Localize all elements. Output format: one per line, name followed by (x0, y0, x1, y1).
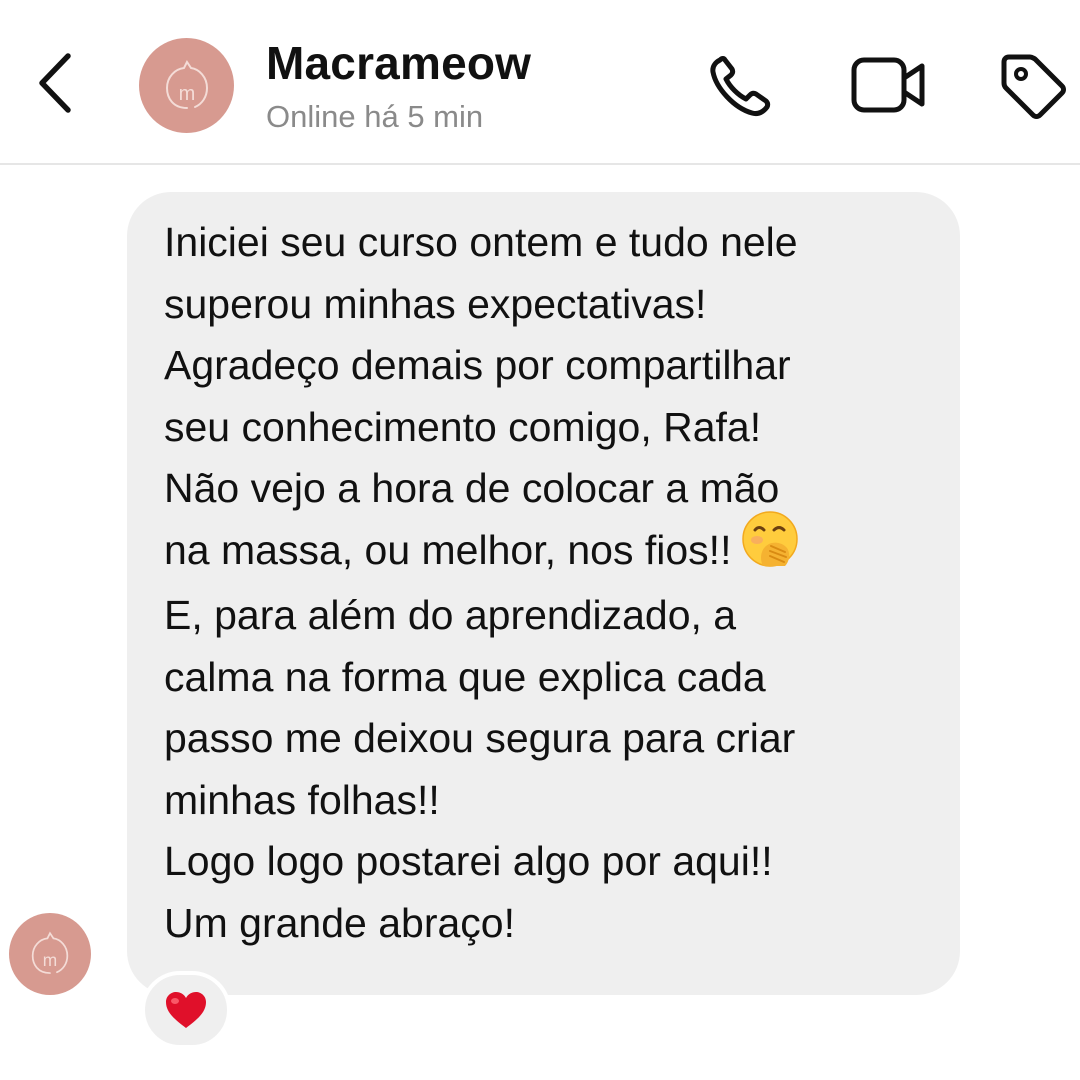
avatar[interactable]: m (139, 38, 234, 133)
message-line: calma na forma que explica cada (164, 653, 766, 700)
tag-icon (1001, 54, 1066, 119)
tag-button[interactable] (996, 50, 1076, 122)
heart-reaction[interactable] (141, 971, 231, 1049)
svg-text:m: m (43, 950, 57, 970)
sender-avatar[interactable]: m (9, 913, 91, 995)
contact-status: Online há 5 min (266, 99, 484, 134)
hand-over-mouth-emoji (741, 510, 799, 586)
message-line: Logo logo postarei algo por aqui!! (164, 838, 773, 885)
contact-name[interactable]: Macrameow (266, 36, 531, 90)
chat-screen: m Macrameow Online há 5 min Iniciei seu … (0, 0, 1080, 1080)
video-call-button[interactable] (850, 50, 930, 122)
message-line: Iniciei seu curso ontem e tudo nele (164, 219, 798, 265)
message-line: E, para além do aprendizado, a (164, 592, 737, 639)
message-line: minhas folhas!! (164, 776, 440, 823)
chevron-left-icon (39, 53, 71, 113)
red-heart-icon (166, 992, 206, 1028)
message-line: Não vejo a hora de colocar a mão (164, 465, 780, 511)
video-camera-icon (851, 57, 925, 113)
message-line: passo me deixou segura para criar (164, 715, 796, 762)
message-line-text: na massa, ou melhor, nos fios!! (164, 526, 732, 573)
svg-text:m: m (178, 83, 195, 105)
phone-icon (710, 56, 771, 116)
message-line-with-emoji: na massa, ou melhor, nos fios!! (164, 511, 930, 586)
message-line: seu conhecimento comigo, Rafa! (164, 403, 762, 450)
message-line: Um grande abraço! (164, 899, 515, 946)
message-bubble[interactable]: Iniciei seu curso ontem e tudo nele supe… (127, 192, 960, 995)
message-line: Agradeço demais por compartilhar (164, 342, 791, 388)
chat-header: m Macrameow Online há 5 min (0, 0, 1080, 165)
back-button[interactable] (30, 48, 80, 118)
cat-logo-icon: m (165, 59, 208, 109)
message-line: superou minhas expectativas! (164, 280, 707, 327)
cat-logo-icon: m (31, 931, 69, 974)
phone-call-button[interactable] (706, 50, 786, 122)
